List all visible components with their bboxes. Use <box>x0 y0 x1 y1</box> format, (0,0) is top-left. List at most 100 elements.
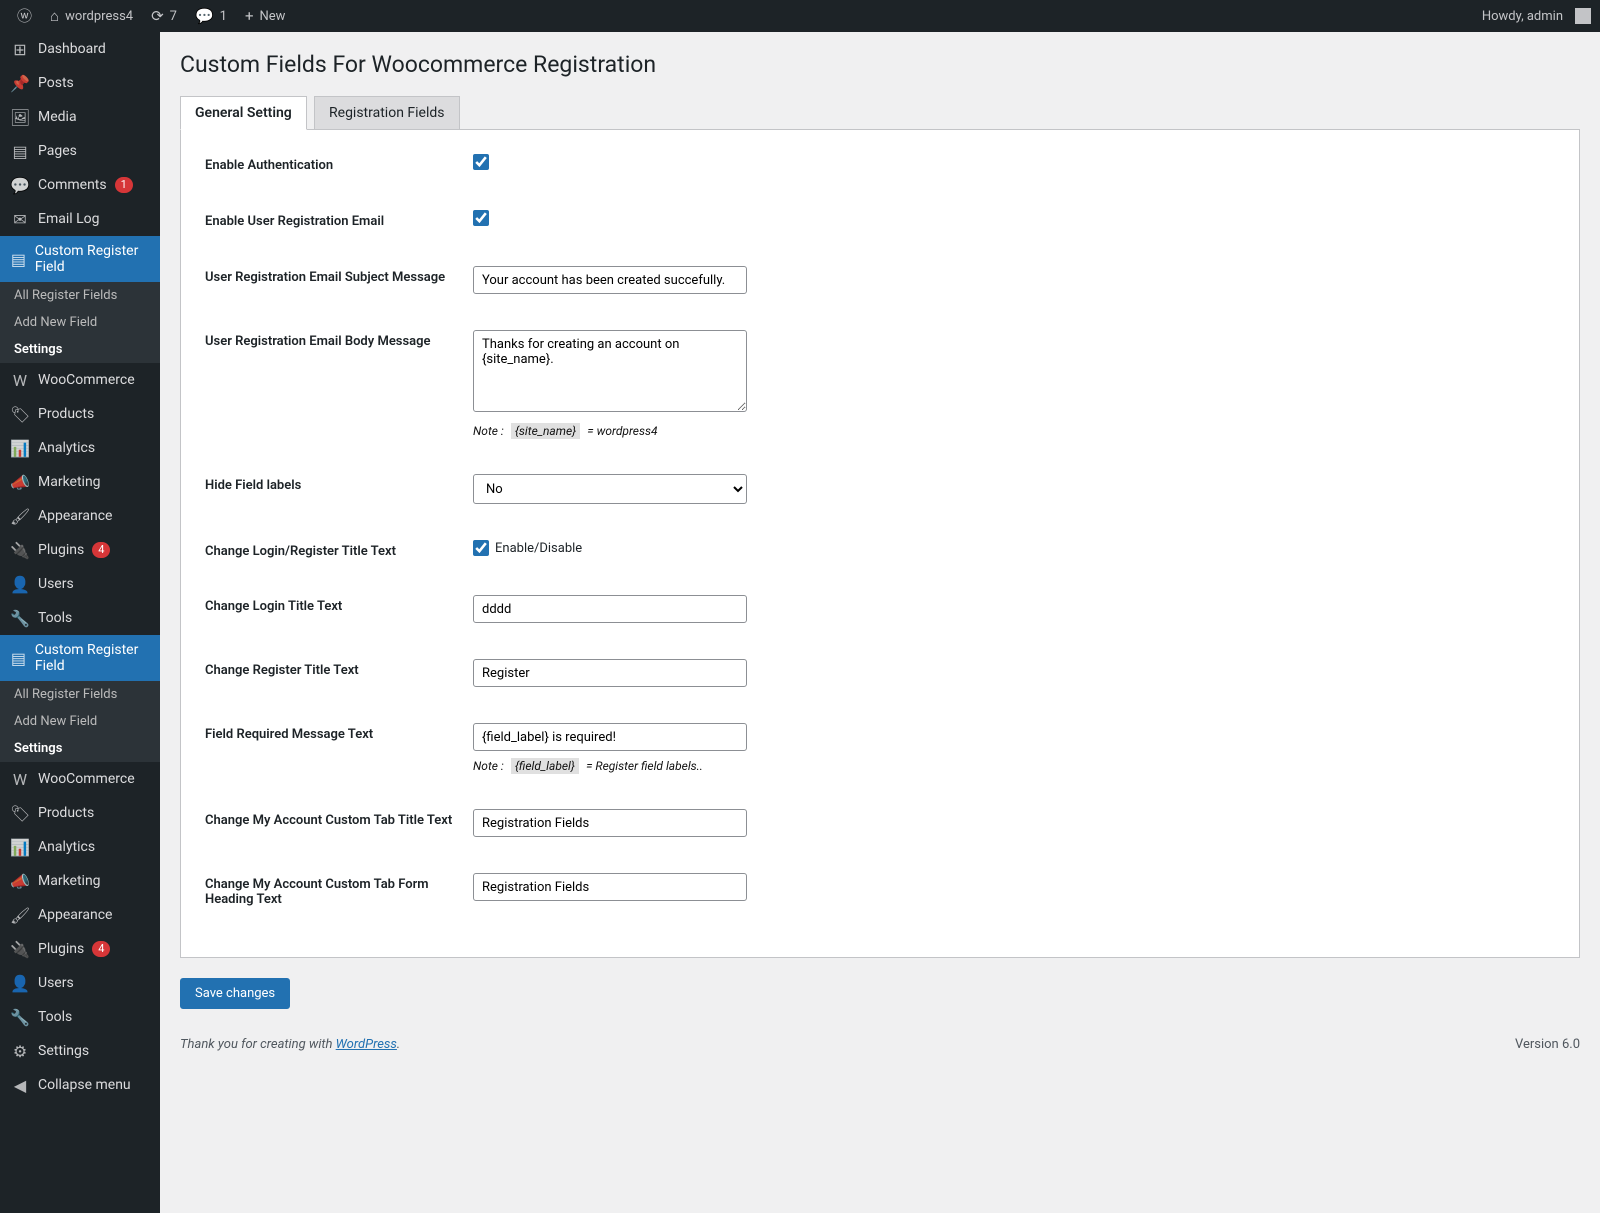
menu-appearance-2-label: Appearance <box>38 907 112 923</box>
collapse-label: Collapse menu <box>38 1077 131 1093</box>
menu-products[interactable]: 🏷Products <box>0 397 160 431</box>
menu-marketing-2[interactable]: 📣 Marketing <box>0 864 160 898</box>
menu-tools-2-label: Tools <box>38 1009 72 1025</box>
menu-products-label: Products <box>38 406 94 422</box>
tab-general[interactable]: General Setting <box>180 96 307 130</box>
enable-reg-email-checkbox[interactable] <box>473 210 489 226</box>
menu-tools[interactable]: 🔧Tools <box>0 601 160 635</box>
menu-dashboard[interactable]: ⊞Dashboard <box>0 32 160 66</box>
required-note: Note : {field_label} = Register field la… <box>473 759 1555 773</box>
page-icon: ▤ <box>10 142 30 161</box>
analytics-icon: 📊 <box>10 838 30 857</box>
document-icon: ▤ <box>10 250 27 269</box>
settings-icon: ⚙ <box>10 1042 30 1061</box>
menu-settings-label: Settings <box>38 1043 89 1059</box>
menu-users[interactable]: 👤Users <box>0 567 160 601</box>
menu-marketing[interactable]: 📣Marketing <box>0 465 160 499</box>
submenu-add-field[interactable]: Add New Field <box>0 309 160 336</box>
menu-analytics-2[interactable]: 📊 Analytics <box>0 830 160 864</box>
change-title-checkbox[interactable] <box>473 540 489 556</box>
required-note-suffix: = Register field labels.. <box>586 759 703 773</box>
user-icon: 👤 <box>10 575 30 594</box>
menu-analytics-2-label: Analytics <box>38 839 95 855</box>
subject-input[interactable] <box>473 266 747 294</box>
menu-custom-register-label: Custom Register Field <box>35 243 150 275</box>
menu-woocommerce[interactable]: WWooCommerce <box>0 363 160 397</box>
menu-custom-register-2[interactable]: ▤Custom Register Field <box>0 635 160 681</box>
required-msg-label: Field Required Message Text <box>205 723 473 742</box>
plug-icon: 🔌 <box>10 940 30 959</box>
footer-thankyou: Thank you for creating with <box>180 1037 336 1052</box>
dashboard-icon: ⊞ <box>10 40 30 59</box>
submenu-settings-2[interactable]: Settings <box>0 735 160 762</box>
menu-media[interactable]: 🖼 Media <box>0 100 160 134</box>
menu-analytics[interactable]: 📊Analytics <box>0 431 160 465</box>
menu-media-label: Media <box>38 109 77 125</box>
footer-wp-link[interactable]: WordPress <box>336 1037 397 1052</box>
page-title: Custom Fields For Woocommerce Registrati… <box>180 51 1580 78</box>
menu-email-log[interactable]: ✉Email Log <box>0 202 160 236</box>
comments-link[interactable]: 💬1 <box>186 0 236 32</box>
change-title-check-label: Enable/Disable <box>495 541 582 556</box>
submenu-all-fields[interactable]: All Register Fields <box>0 282 160 309</box>
menu-users-2[interactable]: 👤Users <box>0 966 160 1000</box>
admin-sidebar: ⊞Dashboard 📌Posts 🖼 Media ▤Pages 💬Comment… <box>0 32 160 1213</box>
enable-auth-checkbox[interactable] <box>473 154 489 170</box>
menu-marketing-2-label: Marketing <box>38 873 101 889</box>
menu-appearance-label: Appearance <box>38 508 112 524</box>
hide-labels-select[interactable]: No <box>473 474 747 504</box>
wrench-icon: 🔧 <box>10 1008 30 1027</box>
megaphone-icon: 📣 <box>10 473 30 492</box>
tab-heading-input[interactable] <box>473 873 747 901</box>
submenu-settings[interactable]: Settings <box>0 336 160 363</box>
menu-plugins-2[interactable]: 🔌 Plugins 4 <box>0 932 160 966</box>
menu-appearance-2[interactable]: 🖌Appearance <box>0 898 160 932</box>
document-icon: ▤ <box>10 649 27 668</box>
tab-registration-fields[interactable]: Registration Fields <box>314 96 459 129</box>
updates-link[interactable]: ⟳7 <box>142 0 186 32</box>
submenu-all-fields-2[interactable]: All Register Fields <box>0 681 160 708</box>
menu-email-log-label: Email Log <box>38 211 100 227</box>
site-link[interactable]: ⌂wordpress4 <box>41 0 142 32</box>
site-name: wordpress4 <box>65 9 133 24</box>
brush-icon: 🖌 <box>10 507 30 526</box>
comments-badge: 1 <box>115 177 133 193</box>
settings-panel: Enable Authentication Enable User Regist… <box>180 130 1580 958</box>
plugins-badge-2: 4 <box>92 941 110 957</box>
menu-appearance[interactable]: 🖌 Appearance <box>0 499 160 533</box>
new-link[interactable]: +New <box>236 0 294 32</box>
megaphone-icon: 📣 <box>10 872 30 891</box>
menu-woocommerce-label: WooCommerce <box>38 372 135 388</box>
save-button[interactable]: Save changes <box>180 978 290 1009</box>
enable-auth-label: Enable Authentication <box>205 154 473 173</box>
howdy-link[interactable]: Howdy, admin <box>1473 0 1600 32</box>
submenu-add-field-2[interactable]: Add New Field <box>0 708 160 735</box>
woo-icon: W <box>10 770 30 789</box>
menu-tools-2[interactable]: 🔧 Tools <box>0 1000 160 1034</box>
plugins-badge: 4 <box>92 542 110 558</box>
tab-title-input[interactable] <box>473 809 747 837</box>
menu-products-2[interactable]: 🏷Products <box>0 796 160 830</box>
comment-icon: 💬 <box>10 176 30 195</box>
menu-comments[interactable]: 💬Comments1 <box>0 168 160 202</box>
menu-plugins[interactable]: 🔌Plugins4 <box>0 533 160 567</box>
menu-custom-register[interactable]: ▤ Custom Register Field <box>0 236 160 282</box>
menu-woocommerce-2[interactable]: WWooCommerce <box>0 762 160 796</box>
tab-title-label: Change My Account Custom Tab Title Text <box>205 809 473 828</box>
collapse-menu[interactable]: ◀ Collapse menu <box>0 1068 160 1102</box>
body-textarea[interactable] <box>473 330 747 412</box>
menu-settings[interactable]: ⚙ Settings <box>0 1034 160 1068</box>
menu-posts[interactable]: 📌Posts <box>0 66 160 100</box>
wrench-icon: 🔧 <box>10 609 30 628</box>
login-title-input[interactable] <box>473 595 747 623</box>
register-title-input[interactable] <box>473 659 747 687</box>
wp-logo[interactable]: ⓦ <box>8 0 41 32</box>
menu-pages[interactable]: ▤Pages <box>0 134 160 168</box>
menu-plugins-2-label: Plugins <box>38 941 84 957</box>
pin-icon: 📌 <box>10 74 30 93</box>
required-msg-input[interactable] <box>473 723 747 751</box>
media-icon: 🖼 <box>10 108 30 127</box>
tag-icon: 🏷 <box>10 804 30 823</box>
comment-icon: 💬 <box>195 9 214 24</box>
collapse-icon: ◀ <box>10 1076 30 1095</box>
